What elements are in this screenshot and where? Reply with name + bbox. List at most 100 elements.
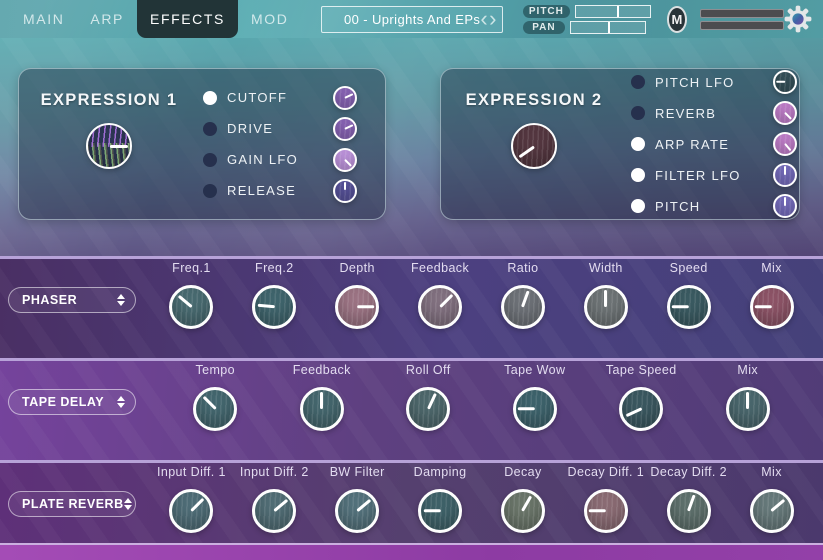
knob[interactable] xyxy=(333,117,357,141)
settings-button[interactable] xyxy=(784,5,812,33)
knob[interactable] xyxy=(418,489,462,533)
knob-indicator xyxy=(687,495,696,512)
knob[interactable] xyxy=(335,489,379,533)
knob[interactable] xyxy=(667,285,711,329)
knob-label: Depth xyxy=(340,261,375,278)
radio[interactable] xyxy=(203,153,217,167)
knob-label: Mix xyxy=(737,363,758,380)
knob-label: Tape Speed xyxy=(606,363,677,380)
tab-label: MAIN xyxy=(23,11,64,27)
slider[interactable] xyxy=(570,21,646,34)
knob-label: Tempo xyxy=(195,363,235,380)
radio[interactable] xyxy=(203,91,217,105)
knob[interactable] xyxy=(513,387,557,431)
tab[interactable]: MOD xyxy=(238,0,301,38)
knob-indicator xyxy=(522,496,533,512)
tab[interactable]: ARP xyxy=(77,0,137,38)
selector-stepper-icon[interactable] xyxy=(117,294,125,306)
radio[interactable] xyxy=(631,75,645,89)
knob[interactable] xyxy=(773,132,797,156)
radio[interactable] xyxy=(631,199,645,213)
knob-cell: Feedback xyxy=(399,261,482,329)
preset-selector[interactable]: 00 - Uprights And EPs ‹ › xyxy=(321,6,502,33)
knob[interactable] xyxy=(335,285,379,329)
radio[interactable] xyxy=(631,137,645,151)
knob-cell: Mix xyxy=(730,261,813,329)
knob[interactable] xyxy=(667,489,711,533)
knob-cell: Tape Wow xyxy=(482,363,589,431)
radio[interactable] xyxy=(631,106,645,120)
knob[interactable] xyxy=(406,387,450,431)
knob[interactable] xyxy=(333,86,357,110)
knob[interactable] xyxy=(418,285,462,329)
knob[interactable] xyxy=(773,194,797,218)
slider[interactable] xyxy=(575,5,651,18)
preset-next-icon[interactable]: › xyxy=(489,4,497,34)
effect-row: TAPE DELAY Tempo Feedback Roll Off Tape … xyxy=(0,358,823,460)
expression-1-main-knob[interactable] xyxy=(86,123,132,169)
expression-option: FILTER LFO xyxy=(631,163,797,187)
knob[interactable] xyxy=(501,285,545,329)
knob[interactable] xyxy=(619,387,663,431)
knob-indicator xyxy=(344,182,346,191)
knob-indicator xyxy=(755,305,772,308)
knob[interactable] xyxy=(252,285,296,329)
knob[interactable] xyxy=(169,489,213,533)
knob[interactable] xyxy=(300,387,344,431)
knob-indicator xyxy=(771,499,786,512)
effect-selector[interactable]: TAPE DELAY xyxy=(8,389,136,415)
effect-row: PHASER Freq.1 Freq.2 Depth Feedback Rati… xyxy=(0,256,823,358)
expression-option: ARP RATE xyxy=(631,132,797,156)
knob[interactable] xyxy=(584,489,628,533)
slider-label: PITCH xyxy=(523,5,570,18)
knob-indicator xyxy=(784,143,791,151)
mute-button[interactable]: M xyxy=(667,6,687,33)
knob[interactable] xyxy=(773,101,797,125)
knob-indicator xyxy=(522,291,531,308)
knob-label: Decay Diff. 1 xyxy=(568,465,645,482)
tab-label: EFFECTS xyxy=(150,11,225,27)
knob[interactable] xyxy=(584,285,628,329)
knob-label: BW Filter xyxy=(330,465,385,482)
knob-cell: Width xyxy=(564,261,647,329)
knob-indicator xyxy=(518,407,535,410)
knob-cell: Decay Diff. 2 xyxy=(647,465,730,533)
knob[interactable] xyxy=(333,148,357,172)
knob[interactable] xyxy=(750,285,794,329)
slider-thumb[interactable] xyxy=(608,22,610,33)
slider-label: PAN xyxy=(523,21,565,34)
knob[interactable] xyxy=(773,70,797,94)
knob-indicator xyxy=(202,396,216,410)
knob-indicator xyxy=(439,294,453,308)
effect-selector-value: PHASER xyxy=(22,293,117,307)
knob[interactable] xyxy=(169,285,213,329)
slider-row: PITCH xyxy=(523,5,651,18)
knob[interactable] xyxy=(333,179,357,203)
tab[interactable]: EFFECTS xyxy=(137,0,238,38)
knob[interactable] xyxy=(726,387,770,431)
knob[interactable] xyxy=(252,489,296,533)
preset-prev-icon[interactable]: ‹ xyxy=(480,4,488,34)
knob[interactable] xyxy=(501,489,545,533)
knob-label: Width xyxy=(589,261,623,278)
selector-stepper-icon[interactable] xyxy=(117,396,125,408)
radio[interactable] xyxy=(203,122,217,136)
slider-thumb[interactable] xyxy=(617,6,619,17)
radio[interactable] xyxy=(203,184,217,198)
selector-stepper-icon[interactable] xyxy=(124,498,132,510)
knob[interactable] xyxy=(773,163,797,187)
expression-2-main-knob[interactable] xyxy=(511,123,557,169)
knob-cell: Speed xyxy=(647,261,730,329)
bottom-band xyxy=(0,545,823,560)
effect-selector[interactable]: PHASER xyxy=(8,287,136,313)
option-label: PITCH LFO xyxy=(655,75,763,90)
knob[interactable] xyxy=(750,489,794,533)
knob-label: Speed xyxy=(670,261,708,278)
knob-indicator xyxy=(357,305,374,308)
knob-indicator xyxy=(784,197,786,206)
knob[interactable] xyxy=(193,387,237,431)
radio[interactable] xyxy=(631,168,645,182)
effect-selector[interactable]: PLATE REVERB xyxy=(8,491,136,517)
tab[interactable]: MAIN xyxy=(10,0,77,38)
expression-option: RELEASE xyxy=(203,179,357,203)
